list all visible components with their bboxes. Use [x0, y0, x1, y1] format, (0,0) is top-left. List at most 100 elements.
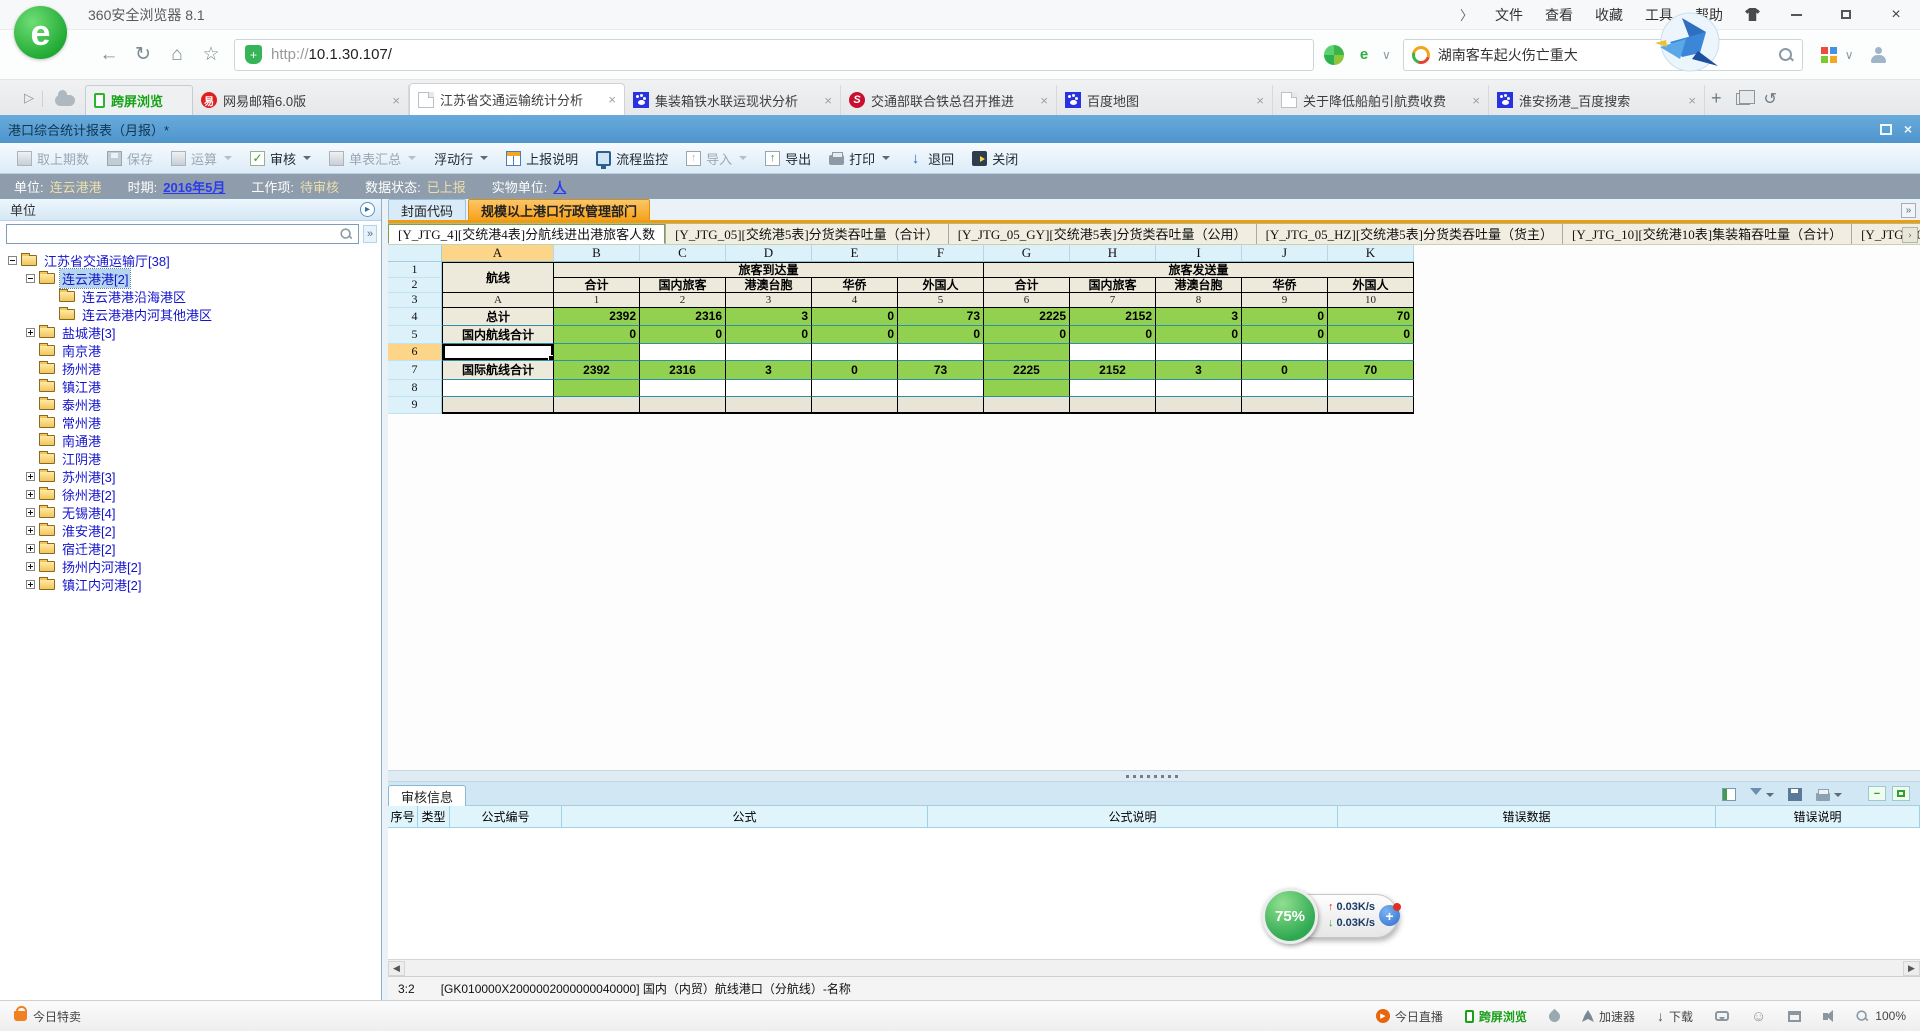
row-header[interactable]: 5 — [388, 326, 442, 344]
back-icon[interactable]: ← — [92, 40, 126, 70]
tree-item[interactable]: 苏州港[3] — [0, 467, 381, 485]
collapse-panel-icon[interactable]: − — [1868, 786, 1886, 801]
close-window-button[interactable]: × — [1882, 5, 1910, 25]
tree-item[interactable]: 扬州港 — [0, 359, 381, 377]
code-cell[interactable]: 2 — [640, 293, 726, 308]
restore-tabs-icon[interactable]: ▷ — [24, 85, 34, 111]
maximize-button[interactable] — [1832, 5, 1860, 25]
mode-chevron-down-icon[interactable]: ∨ — [1382, 48, 1391, 62]
data-cell[interactable]: 70 — [1328, 308, 1414, 326]
data-cell[interactable]: 3 — [1156, 308, 1242, 326]
tree-item[interactable]: 江苏省交通运输厅[38] — [0, 251, 381, 269]
code-cell[interactable]: 10 — [1328, 293, 1414, 308]
panel-splitter[interactable] — [388, 770, 1920, 782]
save-button[interactable]: 保存 — [98, 146, 162, 170]
booster-button[interactable]: 加速器 — [1582, 1008, 1635, 1025]
physical-unit-link[interactable]: 人 — [553, 177, 566, 196]
header-arrivals-cell[interactable]: 旅客到达量 — [554, 262, 984, 278]
skin-icon[interactable] — [1745, 8, 1760, 21]
tab-pilotage-fee[interactable]: 关于降低船舶引航费收费 × — [1273, 85, 1489, 115]
header-cell[interactable]: 外国人 — [1328, 278, 1414, 293]
code-cell[interactable]: 1 — [554, 293, 640, 308]
header-cell[interactable]: 华侨 — [1242, 278, 1328, 293]
save-result-icon[interactable] — [1788, 788, 1802, 801]
sheet-tab[interactable]: [Y_JTG_4][交统港4表]分航线进出港旅客人数 — [388, 224, 665, 244]
ie-compat-mode-icon[interactable]: e — [1354, 45, 1374, 65]
data-cell[interactable] — [812, 397, 898, 414]
print-button[interactable]: 打印 — [820, 146, 899, 170]
tree-item[interactable]: 镇江内河港[2] — [0, 575, 381, 593]
tab-huaian-search[interactable]: 淮安扬港_百度搜索 × — [1489, 85, 1705, 115]
expand-toggle-icon[interactable] — [26, 472, 35, 481]
col-header[interactable]: E — [812, 245, 898, 262]
data-cell[interactable] — [984, 344, 1070, 361]
data-cell[interactable] — [554, 380, 640, 397]
data-cell[interactable] — [984, 397, 1070, 414]
header-cell[interactable]: 港澳台胞 — [1156, 278, 1242, 293]
data-cell[interactable] — [1156, 397, 1242, 414]
row-label-cell[interactable]: 国内航线合计 — [442, 326, 554, 344]
menu-expand-icon[interactable]: 〉 — [1460, 5, 1473, 24]
data-cell[interactable]: 0 — [1328, 326, 1414, 344]
col-header[interactable]: J — [1242, 245, 1328, 262]
data-cell[interactable]: 0 — [812, 361, 898, 380]
expand-toggle-icon[interactable] — [26, 562, 35, 571]
code-cell[interactable]: 5 — [898, 293, 984, 308]
data-cell[interactable] — [442, 397, 554, 414]
expand-toggle-icon[interactable] — [26, 490, 35, 499]
window-mode-button[interactable] — [1788, 1011, 1801, 1022]
menu-file[interactable]: 文件 — [1495, 5, 1523, 25]
expand-toggle-icon[interactable] — [26, 580, 35, 589]
tree-item[interactable]: 扬州内河港[2] — [0, 557, 381, 575]
data-cell[interactable] — [726, 397, 812, 414]
col-header[interactable]: A — [442, 245, 554, 262]
data-cell[interactable]: 3 — [726, 308, 812, 326]
audit-col-formula-desc[interactable]: 公式说明 — [928, 806, 1338, 827]
home-icon[interactable]: ⌂ — [160, 40, 194, 70]
audit-col-error-data[interactable]: 错误数据 — [1338, 806, 1716, 827]
tab-netease-mail[interactable]: 易 网易邮箱6.0版 × — [193, 85, 409, 115]
close-tab-icon[interactable]: × — [1256, 93, 1264, 108]
add-widget-icon[interactable]: + — [1379, 905, 1400, 926]
data-cell[interactable]: 2316 — [640, 308, 726, 326]
data-cell[interactable] — [726, 380, 812, 397]
sheet-tabs-scroll-icon[interactable]: › — [1902, 227, 1918, 243]
tree-item[interactable]: 常州港 — [0, 413, 381, 431]
expand-toggle-icon[interactable] — [26, 328, 35, 337]
tree-item[interactable]: 无锡港[4] — [0, 503, 381, 521]
tab-container-rail-water[interactable]: 集装箱铁水联运现状分析 × — [625, 85, 841, 115]
tab-cross-screen[interactable]: 跨屏浏览 — [85, 85, 193, 115]
collapse-toggle-icon[interactable] — [26, 274, 35, 283]
tree-item-selected[interactable]: 连云港港[2] — [0, 269, 381, 287]
row-header[interactable]: 9 — [388, 397, 442, 414]
data-cell[interactable]: 0 — [1242, 326, 1328, 344]
data-cell[interactable]: 0 — [554, 326, 640, 344]
tree-item[interactable]: 江阴港 — [0, 449, 381, 467]
data-cell[interactable] — [1328, 397, 1414, 414]
search-input[interactable]: 湖南客车起火伤亡重大 — [1438, 45, 1578, 65]
col-header[interactable]: D — [726, 245, 812, 262]
data-cell[interactable]: 0 — [1070, 326, 1156, 344]
reopen-closed-tab-icon[interactable]: ↺ — [1764, 89, 1777, 109]
tree-item[interactable]: 徐州港[2] — [0, 485, 381, 503]
data-cell[interactable]: 0 — [812, 326, 898, 344]
col-header[interactable]: I — [1156, 245, 1242, 262]
tab-port-admin[interactable]: 规模以上港口行政管理部门 — [468, 199, 650, 220]
import-button[interactable]: ↑导入 — [677, 146, 756, 170]
header-cell[interactable]: 外国人 — [898, 278, 984, 293]
header-cell[interactable]: 国内旅客 — [640, 278, 726, 293]
tab-audit-info[interactable]: 审核信息 — [388, 785, 466, 806]
audit-col-type[interactable]: 类型 — [418, 806, 450, 827]
minimize-button[interactable] — [1782, 5, 1810, 25]
tab-baidu-map[interactable]: 百度地图 × — [1057, 85, 1273, 115]
audit-col-seq[interactable]: 序号 — [388, 806, 418, 827]
download-button[interactable]: ↓下载 — [1657, 1008, 1693, 1025]
data-cell[interactable] — [1242, 344, 1328, 361]
return-button[interactable]: ↓退回 — [899, 146, 963, 170]
data-cell[interactable] — [812, 380, 898, 397]
unit-search-input[interactable] — [6, 224, 359, 244]
close-tab-icon[interactable]: × — [1688, 93, 1696, 108]
data-cell[interactable]: 0 — [1242, 308, 1328, 326]
tab-jiangsu-transport-stats[interactable]: 江苏省交通运输统计分析 × — [409, 83, 625, 115]
search-icon[interactable] — [1778, 47, 1794, 63]
